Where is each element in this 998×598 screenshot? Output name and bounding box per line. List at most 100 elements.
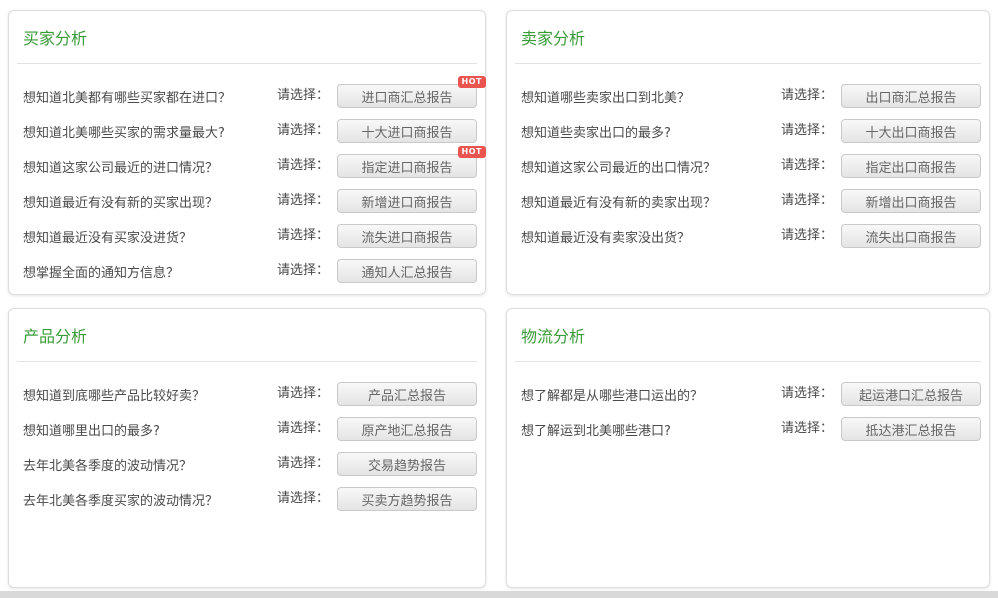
report-row: 想了解都是从哪些港口运出的？请选择：起运港口汇总报告 <box>515 382 981 406</box>
question-text: 去年北美各季度买家的波动情况？ <box>17 490 277 509</box>
report-button[interactable]: 十大进口商报告 <box>337 119 477 143</box>
report-row: 想知道北美都有哪些买家都在进口？请选择： 进口商汇总报告HOT <box>17 84 477 108</box>
report-button-label: 进口商汇总报告 <box>361 91 452 106</box>
report-button-label: 十大进口商报告 <box>361 126 452 141</box>
select-label: 请选择： <box>781 417 833 436</box>
report-row: 想掌握全面的通知方信息？请选择： 通知人汇总报告 <box>17 259 477 283</box>
question-text: 想了解运到北美哪些港口? <box>515 420 781 439</box>
report-row: 想知道最近没有卖家没出货？请选择： 流失出口商报告 <box>515 224 981 248</box>
report-button[interactable]: 流失进口商报告 <box>337 224 477 248</box>
panel-title: 卖家分析 <box>521 25 975 49</box>
report-button-label: 新增出口商报告 <box>865 196 956 211</box>
question-text: 想掌握全面的通知方信息？ <box>17 262 277 281</box>
report-button-label: 指定出口商报告 <box>865 161 956 176</box>
report-button-label: 抵达港汇总报告 <box>865 424 956 439</box>
report-button[interactable]: 产品汇总报告 <box>337 382 477 406</box>
question-text: 去年北美各季度的波动情况？ <box>17 455 277 474</box>
report-button-label: 交易趋势报告 <box>368 459 446 474</box>
question-text: 想知道最近有没有新的买家出现？ <box>17 192 277 211</box>
title-divider <box>515 361 981 362</box>
panel-logistics-analysis: 物流分析 想了解都是从哪些港口运出的？请选择：起运港口汇总报告想了解运到北美哪些… <box>506 308 990 588</box>
report-button-label: 买卖方趋势报告 <box>361 494 452 509</box>
panel-title: 产品分析 <box>23 323 471 347</box>
question-text: 想知道最近没有卖家没出货？ <box>515 227 781 246</box>
title-divider <box>17 63 477 64</box>
select-label: 请选择： <box>277 382 329 401</box>
question-text: 想知道些卖家出口的最多? <box>515 122 781 141</box>
select-label: 请选择： <box>277 452 329 471</box>
report-row: 想知道哪些卖家出口到北美？请选择： 出口商汇总报告 <box>515 84 981 108</box>
question-text: 想知道最近有没有新的卖家出现？ <box>515 192 781 211</box>
report-row: 想知道这家公司最近的出口情况？请选择：指定出口商报告 <box>515 154 981 178</box>
report-row: 想知道到底哪些产品比较好卖？请选择： 产品汇总报告 <box>17 382 477 406</box>
select-label: 请选择： <box>277 154 329 173</box>
title-divider <box>515 63 981 64</box>
question-text: 想知道最近没有买家没进货？ <box>17 227 277 246</box>
report-button[interactable]: 通知人汇总报告 <box>337 259 477 283</box>
report-button-label: 新增进口商报告 <box>361 196 452 211</box>
report-row: 去年北美各季度买家的波动情况？请选择： 买卖方趋势报告 <box>17 487 477 511</box>
select-label: 请选择： <box>781 189 833 208</box>
report-button[interactable]: 出口商汇总报告 <box>841 84 981 108</box>
report-button-label: 流失出口商报告 <box>865 231 956 246</box>
title-divider <box>17 361 477 362</box>
report-button[interactable]: 新增进口商报告 <box>337 189 477 213</box>
report-button-label: 流失进口商报告 <box>361 231 452 246</box>
report-row: 想知道北美哪些买家的需求量最大?请选择： 十大进口商报告 <box>17 119 477 143</box>
report-button[interactable]: 十大出口商报告 <box>841 119 981 143</box>
hot-badge: HOT <box>458 146 486 158</box>
select-label: 请选择： <box>781 224 833 243</box>
report-button[interactable]: 指定进口商报告HOT <box>337 154 477 178</box>
report-button-label: 指定进口商报告 <box>361 161 452 176</box>
report-button[interactable]: 原产地汇总报告 <box>337 417 477 441</box>
select-label: 请选择： <box>277 417 329 436</box>
report-button[interactable]: 交易趋势报告 <box>337 452 477 476</box>
report-row: 想知道些卖家出口的最多?请选择： 十大出口商报告 <box>515 119 981 143</box>
report-button[interactable]: 进口商汇总报告HOT <box>337 84 477 108</box>
report-row: 去年北美各季度的波动情况？请选择： 交易趋势报告 <box>17 452 477 476</box>
question-text: 想知道这家公司最近的出口情况？ <box>515 157 781 176</box>
panel-buyer-analysis: 买家分析 想知道北美都有哪些买家都在进口？请选择：进口商汇总报告HOT想知道北美… <box>8 10 486 295</box>
report-button[interactable]: 起运港口汇总报告 <box>841 382 981 406</box>
analysis-grid: 买家分析 想知道北美都有哪些买家都在进口？请选择：进口商汇总报告HOT想知道北美… <box>0 0 998 588</box>
report-row: 想知道最近有没有新的买家出现？请选择： 新增进口商报告 <box>17 189 477 213</box>
report-button[interactable]: 买卖方趋势报告 <box>337 487 477 511</box>
report-row: 想知道这家公司最近的进口情况？请选择： 指定进口商报告HOT <box>17 154 477 178</box>
report-button[interactable]: 抵达港汇总报告 <box>841 417 981 441</box>
select-label: 请选择： <box>781 84 833 103</box>
question-text: 想知道北美都有哪些买家都在进口？ <box>17 87 277 106</box>
select-label: 请选择： <box>781 119 833 138</box>
report-button-label: 起运港口汇总报告 <box>859 389 963 404</box>
panel-title: 物流分析 <box>521 323 975 347</box>
select-label: 请选择： <box>277 189 329 208</box>
select-label: 请选择： <box>277 119 329 138</box>
report-button-label: 出口商汇总报告 <box>865 91 956 106</box>
report-rows: 想知道北美都有哪些买家都在进口？请选择：进口商汇总报告HOT想知道北美哪些买家的… <box>17 84 477 283</box>
bottom-strip <box>0 591 998 598</box>
report-row: 想了解运到北美哪些港口?请选择： 抵达港汇总报告 <box>515 417 981 441</box>
report-button[interactable]: 流失出口商报告 <box>841 224 981 248</box>
report-button-label: 原产地汇总报告 <box>361 424 452 439</box>
select-label: 请选择： <box>277 224 329 243</box>
panel-product-analysis: 产品分析 想知道到底哪些产品比较好卖？请选择：产品汇总报告想知道哪里出口的最多?… <box>8 308 486 588</box>
report-button-label: 产品汇总报告 <box>368 389 446 404</box>
select-label: 请选择： <box>277 487 329 506</box>
report-row: 想知道哪里出口的最多?请选择： 原产地汇总报告 <box>17 417 477 441</box>
report-row: 想知道最近没有买家没进货？请选择： 流失进口商报告 <box>17 224 477 248</box>
question-text: 想知道北美哪些买家的需求量最大? <box>17 122 277 141</box>
question-text: 想了解都是从哪些港口运出的？ <box>515 385 781 404</box>
panel-title: 买家分析 <box>23 25 471 49</box>
question-text: 想知道这家公司最近的进口情况？ <box>17 157 277 176</box>
question-text: 想知道哪些卖家出口到北美？ <box>515 87 781 106</box>
report-rows: 想知道到底哪些产品比较好卖？请选择：产品汇总报告想知道哪里出口的最多?请选择：原… <box>17 382 477 511</box>
report-button[interactable]: 新增出口商报告 <box>841 189 981 213</box>
report-button[interactable]: 指定出口商报告 <box>841 154 981 178</box>
report-button-label: 通知人汇总报告 <box>361 266 452 281</box>
select-label: 请选择： <box>277 84 329 103</box>
select-label: 请选择： <box>277 259 329 278</box>
panel-seller-analysis: 卖家分析 想知道哪些卖家出口到北美？请选择：出口商汇总报告想知道些卖家出口的最多… <box>506 10 990 295</box>
report-row: 想知道最近有没有新的卖家出现？请选择： 新增出口商报告 <box>515 189 981 213</box>
question-text: 想知道哪里出口的最多? <box>17 420 277 439</box>
question-text: 想知道到底哪些产品比较好卖？ <box>17 385 277 404</box>
report-rows: 想知道哪些卖家出口到北美？请选择：出口商汇总报告想知道些卖家出口的最多?请选择：… <box>515 84 981 248</box>
